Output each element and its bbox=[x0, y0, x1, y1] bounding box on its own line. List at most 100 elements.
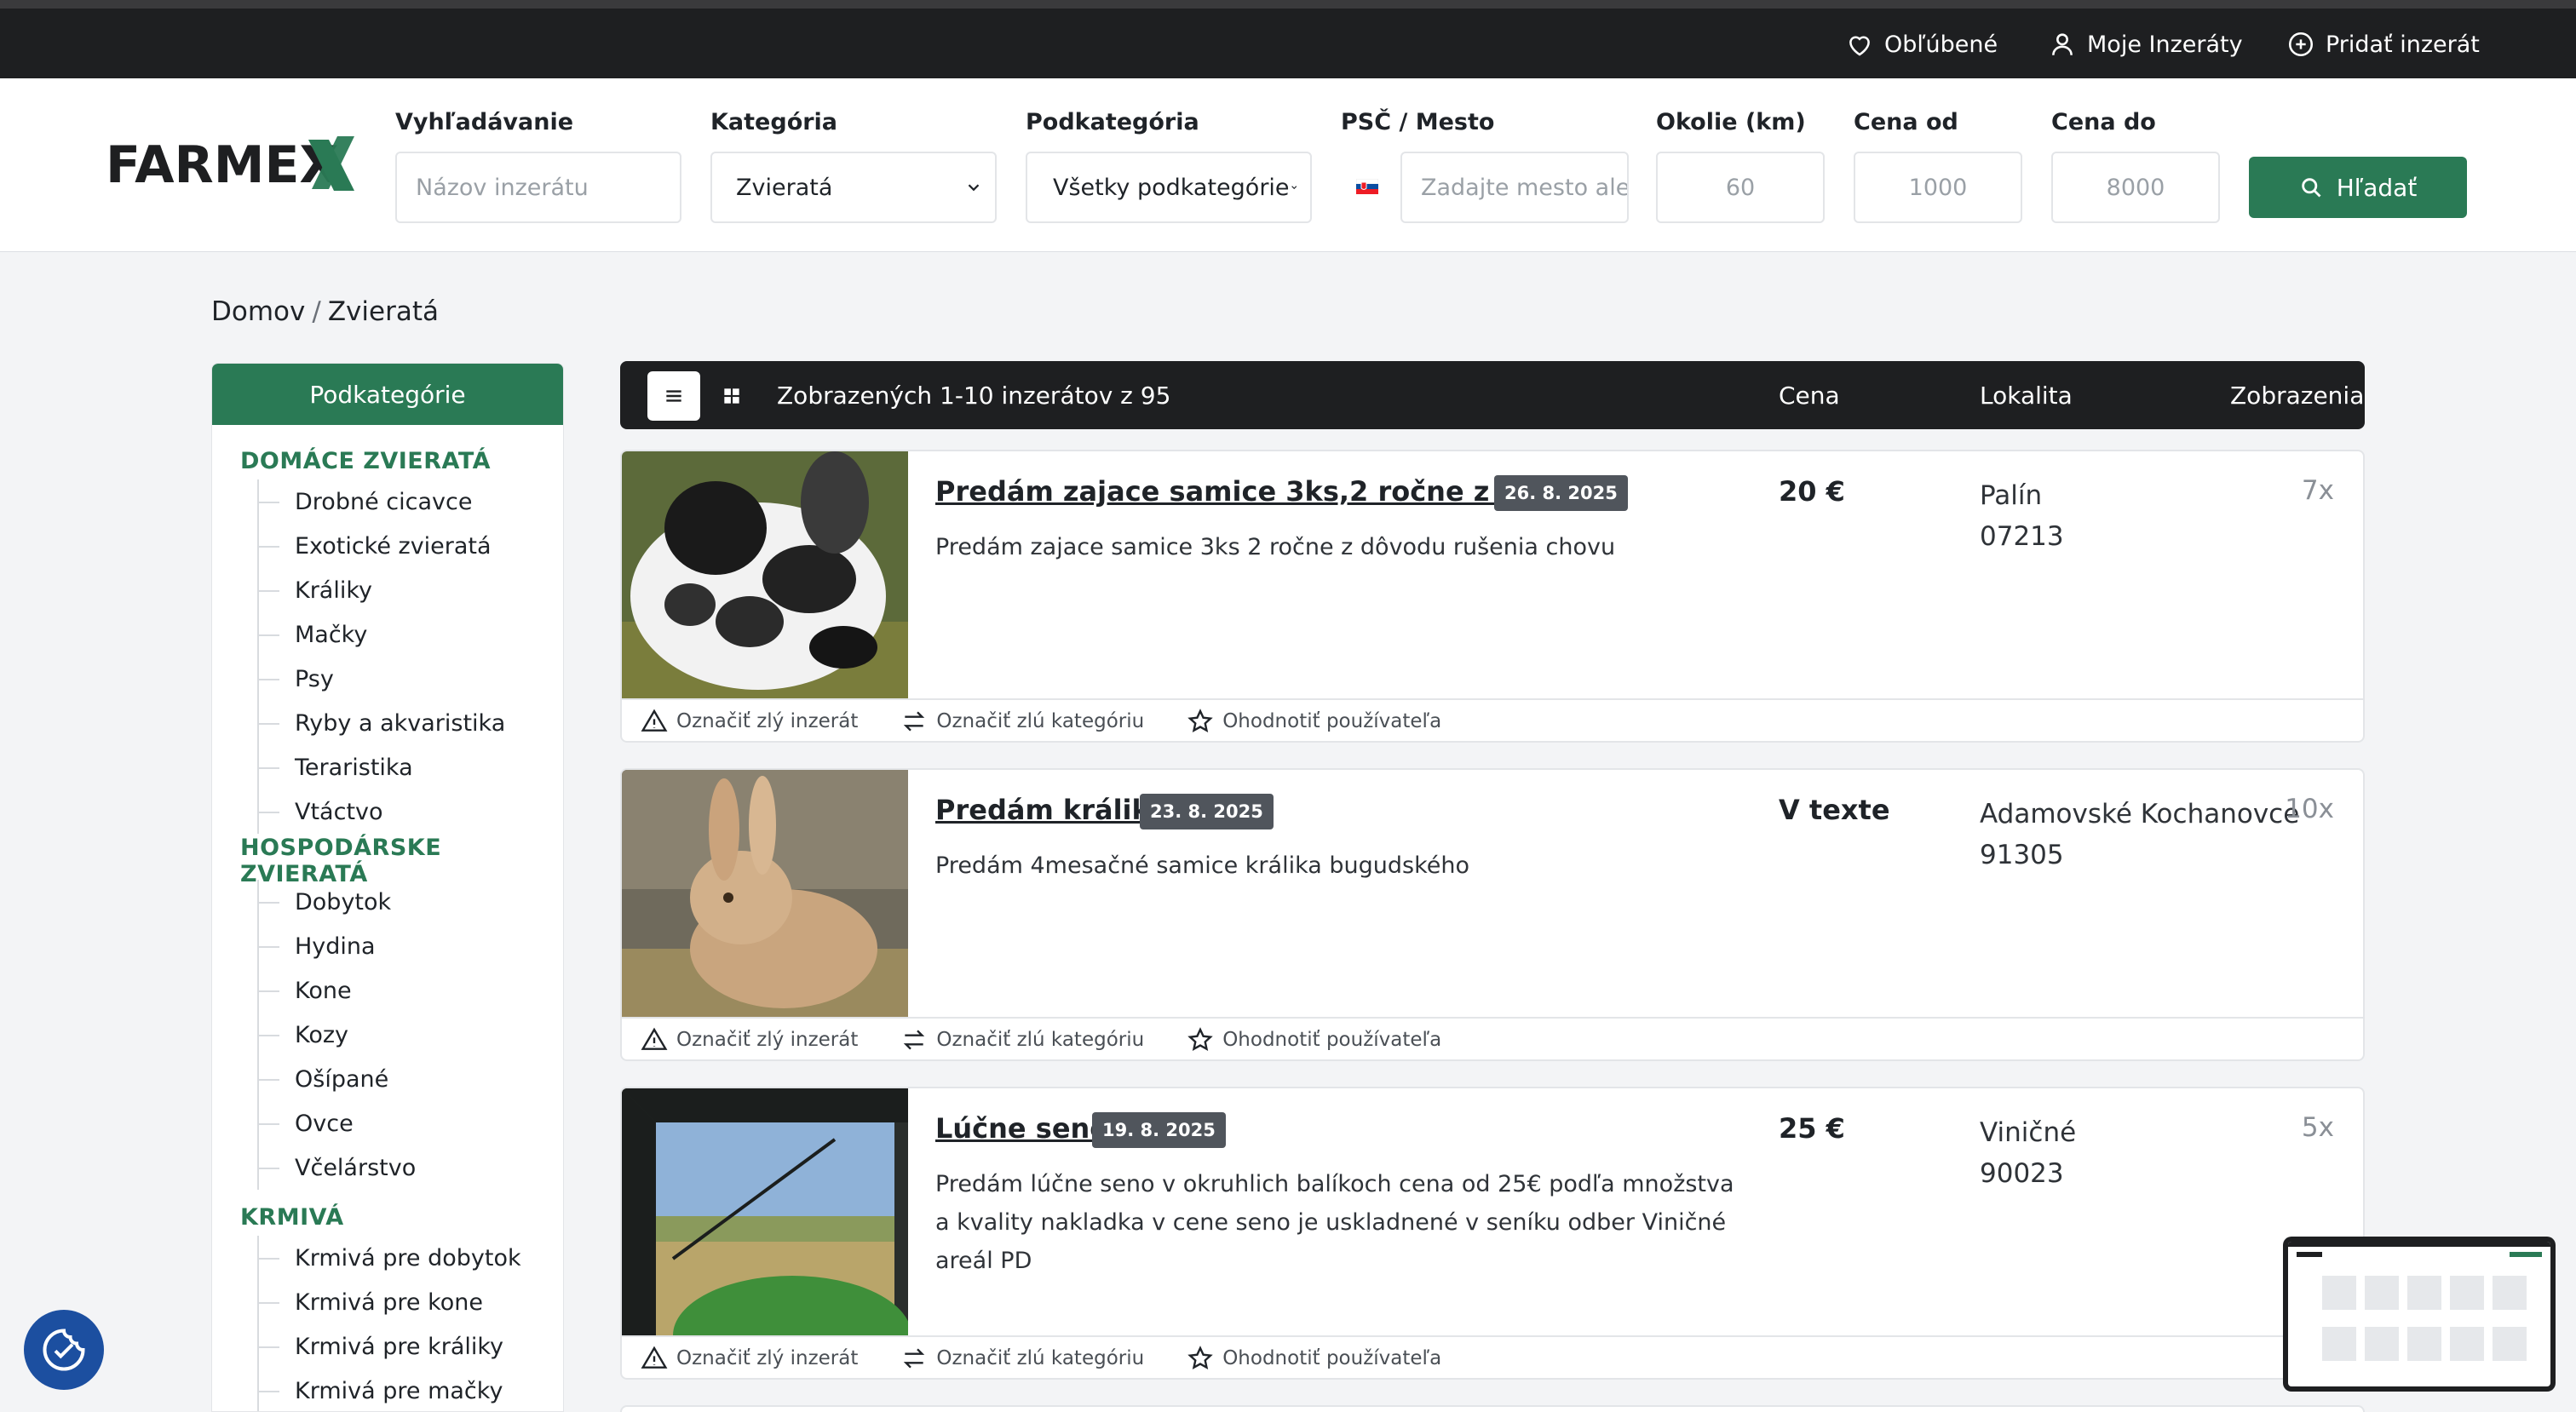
column-location[interactable]: Lokalita bbox=[1980, 382, 2073, 410]
query-label: Vyhľadávanie bbox=[395, 109, 574, 135]
sidebar-item[interactable]: Vtáctvo bbox=[212, 789, 563, 834]
sidebar-item[interactable]: Kozy bbox=[212, 1013, 563, 1057]
listing-card[interactable]: Predám zajace samice 3ks,2 ročne z dôv..… bbox=[620, 450, 2365, 743]
rate-user-label: Ohodnotiť používateľa bbox=[1222, 1029, 1442, 1051]
list-view-button[interactable] bbox=[647, 371, 700, 421]
heart-icon bbox=[1849, 36, 1870, 56]
sidebar-item[interactable]: Králiky bbox=[212, 568, 563, 612]
price-to-input[interactable]: 8000 bbox=[2051, 152, 2220, 223]
warning-icon bbox=[641, 1027, 668, 1050]
warning-icon bbox=[641, 709, 668, 732]
screen-preview-thumbnail[interactable] bbox=[2283, 1237, 2556, 1392]
grid-view-button[interactable] bbox=[705, 371, 758, 421]
listing-card[interactable]: Predám králiky 23. 8. 2025 Predám 4mesač… bbox=[620, 768, 2365, 1061]
sidebar-item[interactable]: Krmivá pre dobytok bbox=[212, 1236, 563, 1280]
location-input[interactable]: Zadajte mesto ale bbox=[1400, 152, 1629, 223]
subcategory-label: Podkategória bbox=[1026, 109, 1199, 135]
sidebar-item[interactable]: Teraristika bbox=[212, 745, 563, 789]
search-button-label: Hľadať bbox=[2336, 173, 2418, 202]
listing-actions: Označiť zlý inzerát Označiť zlú kategóri… bbox=[622, 1017, 2363, 1059]
cookie-consent-button[interactable] bbox=[24, 1310, 104, 1390]
logo-mark: FARMEX bbox=[106, 135, 354, 195]
sidebar-item[interactable]: Psy bbox=[212, 657, 563, 701]
location-label: PSČ / Mesto bbox=[1341, 109, 1495, 135]
rate-user-button[interactable]: Ohodnotiť používateľa bbox=[1187, 708, 1441, 735]
sidebar-item[interactable]: Drobné cicavce bbox=[212, 479, 563, 524]
listing-location: Palín 07213 bbox=[1980, 475, 2064, 557]
report-category-button[interactable]: Označiť zlú kategóriu bbox=[900, 1026, 1144, 1053]
sidebar-group-domestic: DOMÁCE ZVIERATÁ Drobné cicavce Exotické … bbox=[212, 442, 563, 834]
listing-description: Predám 4mesačné samice králika bugudskéh… bbox=[935, 852, 1469, 879]
svg-text:FARMEX: FARMEX bbox=[106, 135, 339, 195]
listing-description: Predám zajace samice 3ks 2 ročne z dôvod… bbox=[935, 534, 1616, 560]
rate-user-button[interactable]: Ohodnotiť používateľa bbox=[1187, 1026, 1441, 1053]
listing-description: Predám lúčne seno v okruhlich balíkoch c… bbox=[935, 1171, 1734, 1274]
report-listing-button[interactable]: Označiť zlý inzerát bbox=[641, 708, 858, 735]
listing-zip: 90023 bbox=[1980, 1158, 2064, 1189]
swap-arrows-icon bbox=[904, 1348, 925, 1369]
price-from-input[interactable]: 1000 bbox=[1854, 152, 2022, 223]
report-category-button[interactable]: Označiť zlú kategóriu bbox=[900, 708, 1144, 735]
listing-price: 20 € bbox=[1779, 475, 1845, 508]
report-listing-button[interactable]: Označiť zlý inzerát bbox=[641, 1026, 858, 1053]
listing-photo-rabbit-spotted[interactable] bbox=[622, 451, 908, 698]
listing-photo-hay-field[interactable] bbox=[622, 1088, 908, 1335]
sidebar-item[interactable]: Ryby a akvaristika bbox=[212, 701, 563, 745]
rate-user-label: Ohodnotiť používateľa bbox=[1222, 710, 1442, 732]
listing-city: Viničné bbox=[1980, 1117, 2077, 1148]
sidebar-group-title[interactable]: HOSPODÁRSKE ZVIERATÁ bbox=[212, 835, 563, 887]
chevron-down-icon bbox=[968, 184, 980, 192]
listing-price: V texte bbox=[1779, 794, 1890, 826]
sidebar-item[interactable]: Krmivá pre kone bbox=[212, 1280, 563, 1324]
listing-city: Palín bbox=[1980, 480, 2043, 511]
price-from-label: Cena od bbox=[1854, 109, 1958, 135]
sidebar-item[interactable]: Exotické zvieratá bbox=[212, 524, 563, 568]
sidebar-group-title[interactable]: KRMIVÁ bbox=[212, 1198, 563, 1236]
sidebar-item[interactable]: Ošípané bbox=[212, 1057, 563, 1101]
report-listing-label: Označiť zlý inzerát bbox=[676, 1029, 859, 1051]
listing-card[interactable]: Lúčne seno 19. 8. 2025 Predám lúčne seno… bbox=[620, 1087, 2365, 1380]
column-views[interactable]: Zobrazenia bbox=[2230, 382, 2364, 410]
cookie-check-icon bbox=[43, 1329, 85, 1371]
report-listing-label: Označiť zlý inzerát bbox=[676, 1347, 859, 1369]
sidebar-item[interactable]: Krmivá pre králiky bbox=[212, 1324, 563, 1369]
sidebar-item[interactable]: Mačky bbox=[212, 612, 563, 657]
chevron-down-icon bbox=[1291, 186, 1297, 190]
browser-top-strip bbox=[0, 0, 2576, 9]
listing-location: Viničné 90023 bbox=[1980, 1112, 2076, 1194]
listing-toolbar: Zobrazených 1-10 inzerátov z 95 Cena Lok… bbox=[620, 361, 2365, 429]
my-listings-link[interactable]: Moje Inzeráty bbox=[2048, 27, 2243, 61]
listing-actions: Označiť zlý inzerát Označiť zlú kategóri… bbox=[622, 1335, 2363, 1378]
report-listing-button[interactable]: Označiť zlý inzerát bbox=[641, 1345, 858, 1372]
breadcrumb-home[interactable]: Domov bbox=[211, 296, 305, 327]
radius-input[interactable]: 60 bbox=[1656, 152, 1825, 223]
subcategory-select[interactable]: Všetky podkategórie bbox=[1026, 152, 1312, 223]
sidebar-item[interactable]: Ovce bbox=[212, 1101, 563, 1145]
listing-title[interactable]: Predám králiky bbox=[935, 794, 1168, 826]
listing-photo-rabbit-brown[interactable] bbox=[622, 770, 908, 1017]
search-button[interactable]: Hľadať bbox=[2249, 157, 2467, 218]
my-listings-label: Moje Inzeráty bbox=[2087, 31, 2243, 58]
column-price[interactable]: Cena bbox=[1779, 382, 1840, 410]
report-category-button[interactable]: Označiť zlú kategóriu bbox=[900, 1345, 1144, 1372]
sidebar-item[interactable]: Kone bbox=[212, 968, 563, 1013]
rate-user-button[interactable]: Ohodnotiť používateľa bbox=[1187, 1345, 1441, 1372]
listing-views: 5x bbox=[2301, 1112, 2334, 1143]
listing-date-badge: 23. 8. 2025 bbox=[1140, 794, 1274, 829]
query-input[interactable]: Názov inzerátu bbox=[395, 152, 681, 223]
sidebar-item[interactable]: Hydina bbox=[212, 924, 563, 968]
listing-title[interactable]: Predám zajace samice 3ks,2 ročne z dôv..… bbox=[935, 475, 1584, 508]
breadcrumb: Domov / Zvieratá bbox=[211, 296, 439, 327]
sidebar-item[interactable]: Včelárstvo bbox=[212, 1145, 563, 1190]
add-listing-link[interactable]: Pridať inzerát bbox=[2286, 27, 2480, 61]
category-select[interactable]: Zvieratá bbox=[710, 152, 997, 223]
search-icon bbox=[2301, 178, 2321, 198]
sidebar-item[interactable]: Dobytok bbox=[212, 880, 563, 924]
farmex-logo[interactable]: FARMEX bbox=[106, 129, 361, 198]
listing-title[interactable]: Lúčne seno bbox=[935, 1112, 1108, 1145]
sidebar-item[interactable]: Krmivá pre mačky bbox=[212, 1369, 563, 1411]
favorites-link[interactable]: Obľúbené bbox=[1845, 27, 1998, 61]
warning-icon bbox=[641, 1346, 668, 1369]
listing-location: Adamovské Kochanovce 91305 bbox=[1980, 794, 2299, 875]
sidebar-group-title[interactable]: DOMÁCE ZVIERATÁ bbox=[212, 442, 563, 479]
